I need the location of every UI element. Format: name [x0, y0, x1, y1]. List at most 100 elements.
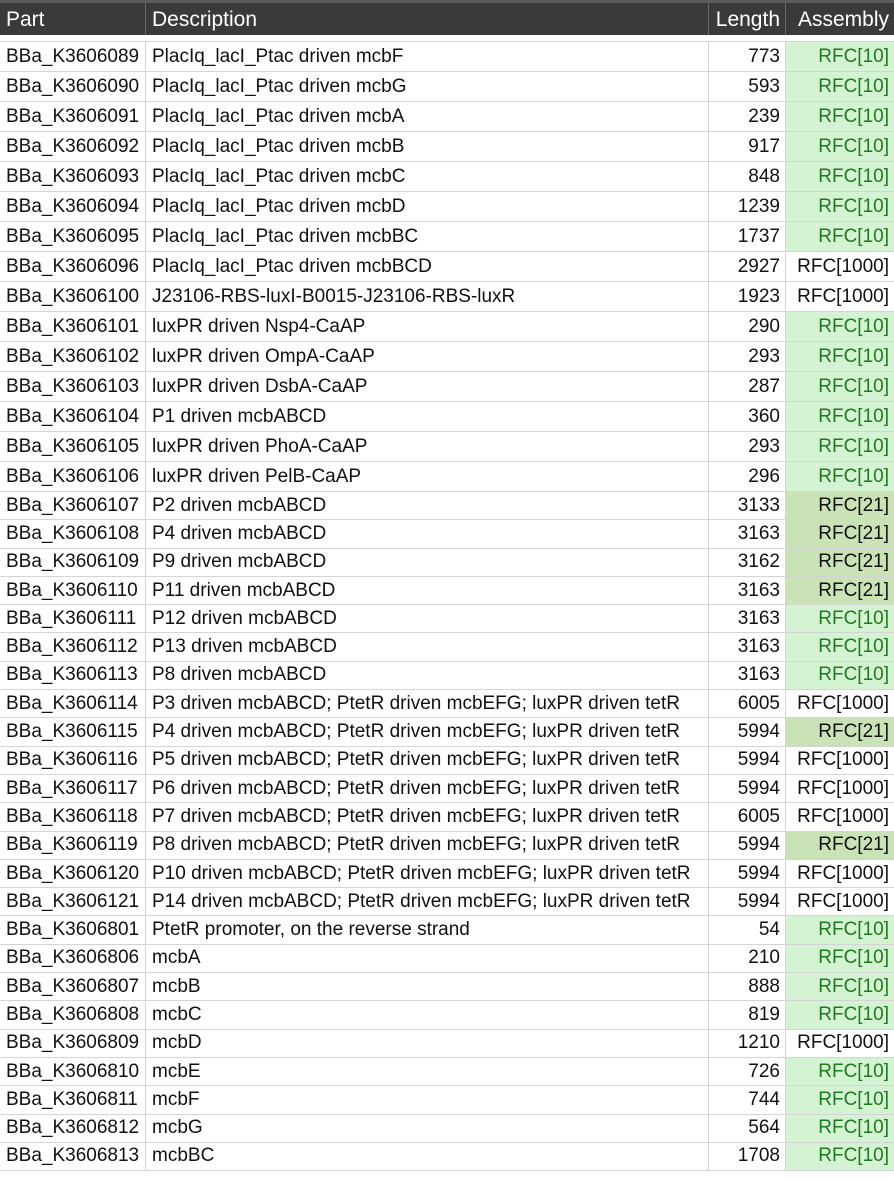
cell-part[interactable]: BBa_K3606102: [0, 342, 146, 371]
cell-length[interactable]: 5994: [709, 888, 786, 916]
cell-part[interactable]: BBa_K3606093: [0, 162, 146, 191]
cell-assembly[interactable]: RFC[21]: [786, 548, 894, 576]
table-row[interactable]: BBa_K3606096 PlacIq_lacI_Ptac driven mcbB…: [0, 252, 894, 282]
table-row[interactable]: BBa_K3606117 P6 driven mcbABCD; PtetR dri…: [0, 774, 894, 804]
cell-description[interactable]: P1 driven mcbABCD: [146, 402, 709, 431]
cell-assembly[interactable]: RFC[10]: [786, 1057, 894, 1086]
cell-assembly[interactable]: RFC[10]: [786, 432, 894, 461]
table-row[interactable]: BBa_K3606813 mcbBC 1708 RFC[10]: [0, 1142, 894, 1172]
cell-assembly[interactable]: RFC[1000]: [786, 690, 894, 718]
table-row[interactable]: BBa_K3606812 mcbG 564 RFC[10]: [0, 1114, 894, 1143]
table-row[interactable]: BBa_K3606101 luxPR driven Nsp4-CaAP 290 RFC…: [0, 312, 894, 342]
table-row[interactable]: BBa_K3606114 P3 driven mcbABCD; PtetR dri…: [0, 690, 894, 719]
cell-length[interactable]: 1737: [709, 222, 786, 251]
cell-assembly[interactable]: RFC[10]: [786, 633, 894, 661]
cell-part[interactable]: BBa_K3606801: [0, 916, 146, 944]
table-row[interactable]: BBa_K3606090 PlacIq_lacI_Ptac driven mcbG…: [0, 72, 894, 102]
cell-description[interactable]: P10 driven mcbABCD; PtetR driven mcbEFG;…: [146, 859, 709, 888]
cell-part[interactable]: BBa_K3606121: [0, 888, 146, 916]
table-row[interactable]: BBa_K3606106 luxPR driven PelB-CaAP 296 RFC…: [0, 462, 894, 492]
table-row[interactable]: BBa_K3606810 mcbE 726 RFC[10]: [0, 1057, 894, 1087]
cell-length[interactable]: 773: [709, 42, 786, 71]
cell-part[interactable]: BBa_K3606104: [0, 402, 146, 431]
table-row[interactable]: BBa_K3606112 P13 driven mcbABCD 3163 RFC[10…: [0, 633, 894, 662]
cell-length[interactable]: 6005: [709, 690, 786, 718]
cell-part[interactable]: BBa_K3606116: [0, 746, 146, 774]
cell-description[interactable]: mcbB: [146, 973, 709, 1001]
cell-assembly[interactable]: RFC[21]: [786, 831, 894, 859]
cell-part[interactable]: BBa_K3606091: [0, 102, 146, 131]
cell-assembly[interactable]: RFC[21]: [786, 520, 894, 548]
cell-part[interactable]: BBa_K3606114: [0, 690, 146, 718]
cell-assembly[interactable]: RFC[10]: [786, 162, 894, 191]
table-row[interactable]: BBa_K3606113 P8 driven mcbABCD 3163 RFC[10]: [0, 661, 894, 691]
cell-length[interactable]: 1708: [709, 1142, 786, 1171]
cell-length[interactable]: 1210: [709, 1029, 786, 1057]
cell-assembly[interactable]: RFC[10]: [786, 944, 894, 973]
cell-length[interactable]: 744: [709, 1086, 786, 1114]
cell-part[interactable]: BBa_K3606112: [0, 633, 146, 661]
cell-part[interactable]: BBa_K3606113: [0, 661, 146, 690]
cell-length[interactable]: 6005: [709, 803, 786, 831]
cell-length[interactable]: 360: [709, 402, 786, 431]
table-row[interactable]: BBa_K3606094 PlacIq_lacI_Ptac driven mcbD…: [0, 192, 894, 222]
cell-assembly[interactable]: RFC[1000]: [786, 252, 894, 281]
cell-part[interactable]: BBa_K3606106: [0, 462, 146, 491]
cell-part[interactable]: BBa_K3606812: [0, 1114, 146, 1142]
table-row[interactable]: BBa_K3606093 PlacIq_lacI_Ptac driven mcbC…: [0, 162, 894, 192]
cell-length[interactable]: 5994: [709, 774, 786, 803]
cell-part[interactable]: BBa_K3606111: [0, 605, 146, 633]
cell-description[interactable]: PlacIq_lacI_Ptac driven mcbBC: [146, 222, 709, 251]
table-row[interactable]: BBa_K3606801 PtetR promoter, on the rever…: [0, 916, 894, 945]
cell-length[interactable]: 293: [709, 432, 786, 461]
cell-description[interactable]: PlacIq_lacI_Ptac driven mcbF: [146, 42, 709, 71]
cell-length[interactable]: 1239: [709, 192, 786, 221]
table-row[interactable]: BBa_K3606118 P7 driven mcbABCD; PtetR dri…: [0, 803, 894, 832]
cell-length[interactable]: 3163: [709, 661, 786, 690]
table-row[interactable]: BBa_K3606120 P10 driven mcbABCD; PtetR dr…: [0, 859, 894, 889]
cell-length[interactable]: 2927: [709, 252, 786, 281]
cell-description[interactable]: P4 driven mcbABCD; PtetR driven mcbEFG; …: [146, 718, 709, 746]
cell-assembly[interactable]: RFC[1000]: [786, 282, 894, 311]
cell-assembly[interactable]: RFC[10]: [786, 661, 894, 690]
cell-length[interactable]: 917: [709, 132, 786, 161]
cell-part[interactable]: BBa_K3606807: [0, 973, 146, 1001]
cell-assembly[interactable]: RFC[1000]: [786, 774, 894, 803]
cell-description[interactable]: P3 driven mcbABCD; PtetR driven mcbEFG; …: [146, 690, 709, 718]
cell-assembly[interactable]: RFC[10]: [786, 1142, 894, 1171]
cell-description[interactable]: mcbG: [146, 1114, 709, 1142]
column-header-description[interactable]: Description: [146, 3, 709, 35]
table-row[interactable]: BBa_K3606108 P4 driven mcbABCD 3163 RFC[21]: [0, 520, 894, 549]
cell-description[interactable]: mcbE: [146, 1057, 709, 1086]
cell-part[interactable]: BBa_K3606110: [0, 576, 146, 605]
cell-description[interactable]: P5 driven mcbABCD; PtetR driven mcbEFG; …: [146, 746, 709, 774]
cell-part[interactable]: BBa_K3606100: [0, 282, 146, 311]
cell-length[interactable]: 3162: [709, 548, 786, 576]
column-header-assembly[interactable]: Assembly: [786, 3, 894, 35]
cell-length[interactable]: 3163: [709, 576, 786, 605]
cell-part[interactable]: BBa_K3606119: [0, 831, 146, 859]
table-row[interactable]: BBa_K3606091 PlacIq_lacI_Ptac driven mcbA…: [0, 102, 894, 132]
cell-length[interactable]: 3163: [709, 605, 786, 633]
cell-description[interactable]: P7 driven mcbABCD; PtetR driven mcbEFG; …: [146, 803, 709, 831]
cell-part[interactable]: BBa_K3606117: [0, 774, 146, 803]
cell-assembly[interactable]: RFC[1000]: [786, 803, 894, 831]
table-row[interactable]: BBa_K3606806 mcbA 210 RFC[10]: [0, 944, 894, 974]
table-row[interactable]: BBa_K3606809 mcbD 1210 RFC[1000]: [0, 1029, 894, 1058]
cell-length[interactable]: 239: [709, 102, 786, 131]
cell-length[interactable]: 54: [709, 916, 786, 944]
cell-length[interactable]: 848: [709, 162, 786, 191]
cell-length[interactable]: 210: [709, 944, 786, 973]
column-header-length[interactable]: Length: [709, 3, 786, 35]
cell-description[interactable]: P8 driven mcbABCD; PtetR driven mcbEFG; …: [146, 831, 709, 859]
cell-assembly[interactable]: RFC[1000]: [786, 859, 894, 888]
cell-length[interactable]: 293: [709, 342, 786, 371]
table-row[interactable]: BBa_K3606109 P9 driven mcbABCD 3162 RFC[21]: [0, 548, 894, 577]
cell-assembly[interactable]: RFC[10]: [786, 605, 894, 633]
cell-part[interactable]: BBa_K3606811: [0, 1086, 146, 1114]
cell-description[interactable]: P13 driven mcbABCD: [146, 633, 709, 661]
cell-part[interactable]: BBa_K3606107: [0, 492, 146, 520]
cell-description[interactable]: J23106-RBS-luxI-B0015-J23106-RBS-luxR: [146, 282, 709, 311]
table-row[interactable]: BBa_K3606089 PlacIq_lacI_Ptac driven mcbF…: [0, 42, 894, 72]
table-row[interactable]: BBa_K3606100 J23106-RBS-luxI-B0015-J23106…: [0, 282, 894, 312]
